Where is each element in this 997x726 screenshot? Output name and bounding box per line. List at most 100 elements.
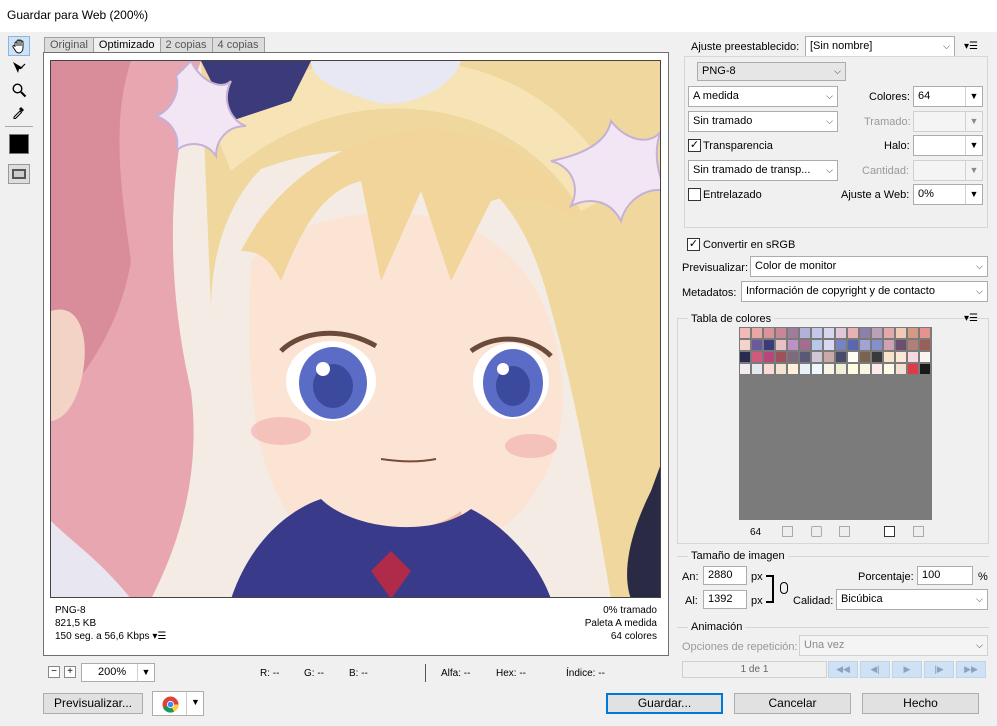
color-swatch[interactable] [871, 327, 883, 339]
preset-select[interactable]: [Sin nombre] ⌵ [805, 36, 955, 57]
tab-original[interactable]: Original [44, 37, 94, 53]
color-swatch[interactable] [739, 363, 751, 375]
color-swatch[interactable] [823, 339, 835, 351]
color-swatch[interactable] [859, 339, 871, 351]
color-swatch[interactable] [799, 327, 811, 339]
color-swatch[interactable] [847, 363, 859, 375]
color-table-menu-icon[interactable]: ▾☰ [964, 312, 978, 326]
color-swatch[interactable] [847, 339, 859, 351]
color-swatch[interactable] [835, 363, 847, 375]
color-swatch[interactable] [811, 363, 823, 375]
colors-select[interactable]: 64 ▼ [913, 86, 983, 107]
color-swatch[interactable] [907, 327, 919, 339]
matte-select[interactable]: ▼ [913, 135, 983, 156]
color-swatch[interactable] [871, 351, 883, 363]
dither-algorithm-select[interactable]: Sin tramado ⌵ [688, 111, 838, 132]
delete-color-icon[interactable] [913, 526, 924, 537]
color-swatch[interactable] [811, 339, 823, 351]
color-swatch[interactable] [871, 363, 883, 375]
color-swatch[interactable] [895, 327, 907, 339]
tab-4-up[interactable]: 4 copias [211, 37, 265, 53]
color-swatch[interactable] [883, 327, 895, 339]
color-swatch-grid[interactable] [739, 327, 931, 375]
browser-select-button[interactable]: ▼ [152, 691, 204, 716]
websnap-select[interactable]: 0% ▼ [913, 184, 983, 205]
tab-2-up[interactable]: 2 copias [159, 37, 213, 53]
optimize-menu-icon[interactable]: ▾☰ [964, 40, 978, 54]
color-swatch[interactable] [859, 327, 871, 339]
quality-select[interactable]: Bicúbica ⌵ [836, 589, 988, 610]
eyedropper-color-swatch[interactable] [9, 134, 29, 154]
color-swatch[interactable] [763, 363, 775, 375]
color-swatch[interactable] [907, 351, 919, 363]
color-swatch[interactable] [835, 327, 847, 339]
color-reduction-select[interactable]: A medida ⌵ [688, 86, 838, 107]
save-button[interactable]: Guardar... [606, 693, 723, 714]
lock-color-icon[interactable] [839, 526, 850, 537]
color-swatch[interactable] [823, 363, 835, 375]
color-swatch[interactable] [775, 351, 787, 363]
zoom-out-button[interactable]: − [48, 666, 60, 678]
format-select[interactable]: PNG-8 ⌵ [697, 62, 846, 81]
color-swatch[interactable] [919, 339, 931, 351]
download-speed-menu-icon[interactable]: ▾☰ [152, 631, 166, 642]
color-swatch[interactable] [763, 351, 775, 363]
color-swatch[interactable] [787, 339, 799, 351]
color-swatch[interactable] [739, 339, 751, 351]
color-swatch[interactable] [895, 339, 907, 351]
percent-input[interactable]: 100 [917, 566, 973, 585]
zoom-in-button[interactable]: + [64, 666, 76, 678]
color-swatch[interactable] [859, 363, 871, 375]
done-button[interactable]: Hecho [862, 693, 979, 714]
color-swatch[interactable] [859, 351, 871, 363]
slice-select-tool-icon[interactable] [8, 58, 30, 78]
color-swatch[interactable] [907, 339, 919, 351]
color-swatch[interactable] [775, 327, 787, 339]
color-swatch[interactable] [775, 363, 787, 375]
color-swatch[interactable] [919, 327, 931, 339]
color-swatch[interactable] [811, 351, 823, 363]
toggle-slices-visibility-icon[interactable] [8, 164, 30, 184]
color-swatch[interactable] [787, 351, 799, 363]
color-swatch[interactable] [907, 363, 919, 375]
link-icon[interactable] [780, 582, 788, 594]
color-swatch[interactable] [811, 327, 823, 339]
color-swatch[interactable] [835, 351, 847, 363]
color-swatch[interactable] [751, 363, 763, 375]
interlaced-checkbox[interactable] [688, 188, 701, 201]
color-swatch[interactable] [751, 339, 763, 351]
color-swatch[interactable] [835, 339, 847, 351]
zoom-select[interactable]: 200% ▼ [81, 663, 155, 682]
metadata-select[interactable]: Información de copyright y de contacto ⌵ [741, 281, 988, 302]
color-swatch[interactable] [883, 363, 895, 375]
optimized-image-preview[interactable] [50, 60, 661, 598]
color-swatch[interactable] [895, 363, 907, 375]
color-swatch[interactable] [871, 339, 883, 351]
map-to-transparent-icon[interactable] [782, 526, 793, 537]
color-swatch[interactable] [739, 351, 751, 363]
color-swatch[interactable] [787, 363, 799, 375]
color-swatch[interactable] [739, 327, 751, 339]
color-swatch[interactable] [895, 351, 907, 363]
preview-select[interactable]: Color de monitor ⌵ [750, 256, 988, 277]
color-swatch[interactable] [919, 363, 931, 375]
color-swatch[interactable] [847, 327, 859, 339]
transparency-checkbox[interactable]: ✓ [688, 139, 701, 152]
hand-tool-icon[interactable] [8, 36, 30, 56]
color-swatch[interactable] [823, 351, 835, 363]
cancel-button[interactable]: Cancelar [734, 693, 851, 714]
convert-srgb-checkbox[interactable]: ✓ [687, 238, 700, 251]
new-color-icon[interactable] [884, 526, 895, 537]
height-input[interactable]: 1392 [703, 590, 747, 609]
preview-browser-button[interactable]: Previsualizar... [43, 693, 143, 714]
color-swatch[interactable] [775, 339, 787, 351]
web-shift-icon[interactable] [811, 526, 822, 537]
transparency-dither-select[interactable]: Sin tramado de transp... ⌵ [688, 160, 838, 181]
color-swatch[interactable] [823, 327, 835, 339]
color-swatch[interactable] [799, 339, 811, 351]
zoom-tool-icon[interactable] [8, 80, 30, 100]
color-swatch[interactable] [847, 351, 859, 363]
color-swatch[interactable] [799, 351, 811, 363]
tab-optimized[interactable]: Optimizado [92, 37, 161, 53]
color-swatch[interactable] [883, 339, 895, 351]
